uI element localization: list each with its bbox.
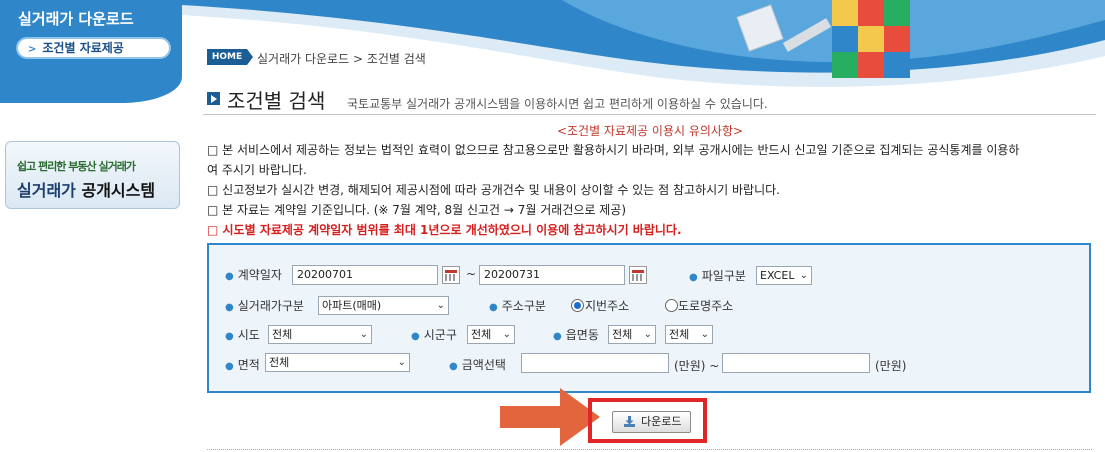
calendar-icon[interactable] [629, 266, 647, 284]
notice-header: <조건별 자료제공 이용시 유의사항> [556, 124, 744, 138]
jibun-address-label: 지번주소 [585, 299, 630, 313]
notice-line: □ 본 서비스에서 제공하는 정보는 법적인 효력이 없으므로 참고용으로만 활… [207, 143, 1020, 157]
amount-max-input[interactable] [722, 353, 870, 373]
sido-select[interactable]: 전체 ⌄ [268, 325, 372, 344]
chevron-down-icon: ⌄ [799, 270, 808, 281]
sidebar-title: 실거래가 다운로드 [18, 10, 134, 28]
chevron-down-icon: ⌄ [436, 300, 445, 311]
address-type-label: ● 주소구분 [489, 299, 546, 313]
bullet-icon: ● [225, 302, 234, 313]
bullet-icon: ● [449, 361, 458, 372]
bullet-icon: ● [489, 302, 498, 313]
breadcrumb: 실거래가 다운로드 > 조건별 검색 [257, 52, 426, 66]
page-title: 조건별 검색 [227, 89, 326, 113]
sigungu-label: ● 시군구 [411, 328, 457, 342]
deal-type-select[interactable]: 아파트(매매) ⌄ [318, 296, 449, 315]
bullet-icon: ● [225, 331, 234, 342]
system-banner[interactable]: 쉽고 편리한 부동산 실거래가 실거래가 공개시스템 [5, 141, 180, 209]
calendar-icon[interactable] [442, 266, 460, 284]
deal-type-label: ● 실거래가구분 [225, 299, 304, 313]
bullet-icon: ● [225, 361, 234, 372]
area-select[interactable]: 전체 ⌄ [265, 353, 410, 372]
road-address-label: 도로명주소 [678, 299, 734, 313]
bullet-icon: ● [225, 271, 234, 282]
ri-select[interactable]: 전체 ⌄ [665, 325, 713, 344]
road-address-radio[interactable] [665, 299, 678, 312]
file-type-label: ● 파일구분 [689, 269, 746, 283]
amount-min-input[interactable] [521, 353, 669, 373]
contract-date-label: ● 계약일자 [225, 268, 282, 282]
amount-unit-label: (만원) ~ [674, 359, 720, 373]
chevron-right-icon: > [28, 44, 37, 55]
jibun-address-radio[interactable] [571, 299, 584, 312]
header-decoration [182, 0, 1105, 87]
chevron-down-icon: ⌄ [359, 329, 368, 340]
chevron-down-icon: ⌄ [397, 357, 406, 368]
download-button-label: 다운로드 [641, 415, 682, 428]
chevron-down-icon: ⌄ [643, 329, 652, 340]
sido-label: ● 시도 [225, 328, 260, 342]
notice-line-highlight: □ 시도별 자료제공 계약일자 범위를 최대 1년으로 개선하였으니 이용에 참… [207, 223, 682, 237]
download-button[interactable]: 다운로드 [612, 411, 691, 433]
sidebar-item-conditional-data[interactable]: > 조건별 자료제공 [16, 37, 171, 59]
notice-line: □ 본 자료는 계약일 기준입니다. (※ 7월 계약, 8월 신고건 → 7월… [207, 203, 627, 217]
eupmyeondong-select[interactable]: 전체 ⌄ [608, 325, 656, 344]
banner-title: 실거래가 공개시스템 [17, 181, 156, 200]
date-to-input[interactable]: 20200731 [479, 265, 625, 285]
title-bullet-icon [207, 92, 220, 105]
divider [207, 449, 1092, 450]
bullet-icon: ● [553, 331, 562, 342]
divider [203, 114, 1096, 115]
date-range-separator: ~ [466, 267, 477, 281]
bullet-icon: ● [689, 272, 698, 283]
chevron-down-icon: ⌄ [502, 329, 511, 340]
sigungu-select[interactable]: 전체 ⌄ [467, 325, 515, 344]
download-icon [624, 416, 635, 427]
bullet-icon: ● [411, 331, 420, 342]
breadcrumb-home[interactable]: HOME [207, 49, 253, 65]
notice-line: □ 신고정보가 실시간 변경, 해제되어 제공시점에 따라 공개건수 및 내용이… [207, 183, 780, 197]
area-label: ● 면적 [225, 358, 260, 372]
notice-line: 여 주시기 바랍니다. [207, 163, 307, 177]
eupmyeondong-label: ● 읍면동 [553, 328, 599, 342]
date-from-input[interactable]: 20200701 [292, 265, 438, 285]
page-subtitle: 국토교통부 실거래가 공개시스템을 이용하시면 쉽고 편리하게 이용하실 수 있… [347, 97, 768, 111]
amount-unit-label: (만원) [875, 359, 907, 373]
file-type-select[interactable]: EXCEL ⌄ [756, 266, 812, 285]
chevron-down-icon: ⌄ [700, 329, 709, 340]
amount-label: ● 금액선택 [449, 358, 506, 372]
sidebar-item-label: 조건별 자료제공 [42, 41, 124, 55]
sidebar-header: 실거래가 다운로드 > 조건별 자료제공 [0, 0, 182, 103]
banner-tagline: 쉽고 편리한 부동산 실거래가 [17, 160, 136, 173]
